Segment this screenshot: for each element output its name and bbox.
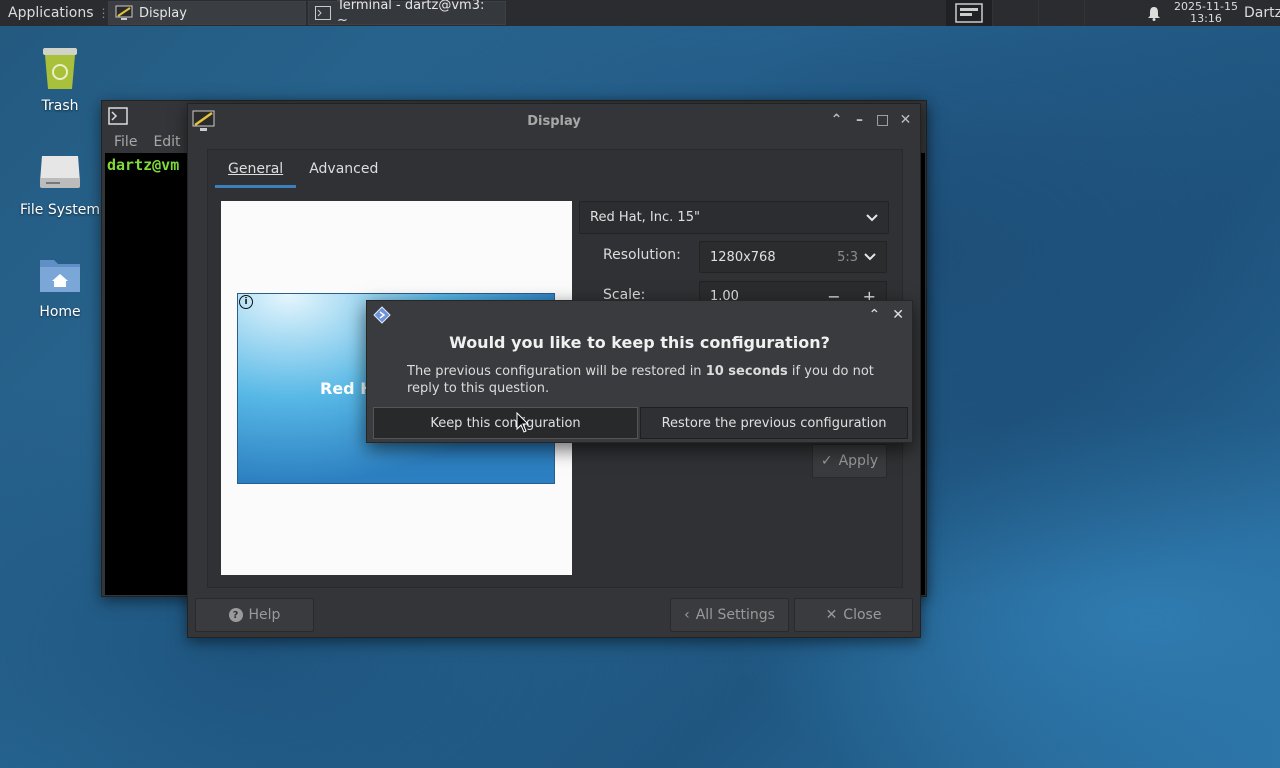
workspace-switcher[interactable] <box>946 0 1136 26</box>
chevron-down-icon <box>864 253 876 261</box>
top-panel: Applications ⋮ Display Terminal - dartz@… <box>0 0 1280 28</box>
resolution-select[interactable]: 1280x768 5:3 <box>699 241 887 273</box>
resolution-value: 1280x768 <box>710 249 776 265</box>
restore-configuration-button[interactable]: Restore the previous configuration <box>640 407 908 439</box>
dialog-message-start: The previous configuration will be resto… <box>407 364 706 379</box>
help-button[interactable]: ? Help <box>195 598 314 632</box>
desktop-icon-trash[interactable]: Trash <box>10 44 110 114</box>
aspect-ratio: 5:3 <box>837 249 858 265</box>
workspace-4[interactable] <box>1084 0 1130 26</box>
close-icon[interactable]: ✕ <box>899 112 912 128</box>
help-icon: ? <box>228 608 243 622</box>
tab-bar: General Advanced <box>208 150 902 188</box>
close-button[interactable]: ✕ Close <box>794 598 913 632</box>
terminal-prompt: dartz@vm <box>107 156 180 174</box>
menu-file[interactable]: File <box>114 134 137 150</box>
tab-label: Advanced <box>309 161 379 177</box>
monitor-select-value: Red Hat, Inc. 15" <box>590 210 700 225</box>
desktop-icon-label: File System <box>19 202 101 218</box>
dialog-app-icon <box>373 306 391 324</box>
applications-menu[interactable]: Applications ⋮ <box>0 0 110 26</box>
close-label: Close <box>843 607 882 623</box>
clock[interactable]: 2025-11-15 13:16 <box>1172 0 1240 26</box>
workspace-1[interactable] <box>946 0 992 26</box>
chevron-left-icon: ‹ <box>684 607 690 623</box>
info-icon[interactable]: i <box>239 295 253 309</box>
taskbar-item-label: Terminal - dartz@vm3: ~ <box>336 0 485 28</box>
terminal-icon <box>315 6 331 20</box>
check-icon: ✓ <box>820 453 833 469</box>
minimize-icon[interactable]: – <box>853 112 866 128</box>
desktop-icon-home[interactable]: Home <box>10 250 110 320</box>
home-folder-icon <box>36 250 84 298</box>
trash-icon <box>36 44 84 92</box>
dialog-heading: Would you like to keep this configuratio… <box>449 333 830 352</box>
dialog-controls: ⌃ ✕ <box>869 307 904 323</box>
desktop-icon-label: Trash <box>41 98 79 114</box>
menu-edit[interactable]: Edit <box>153 134 180 150</box>
maximize-icon[interactable]: □ <box>876 112 889 128</box>
shade-icon[interactable]: ⌃ <box>830 112 843 128</box>
bell-icon <box>1148 6 1160 21</box>
taskbar-item-label: Display <box>139 5 187 21</box>
desktop-icon-label: Home <box>39 304 81 320</box>
mouse-cursor-icon <box>516 412 530 433</box>
taskbar-item-display[interactable]: Display <box>108 1 306 25</box>
notifications-button[interactable] <box>1136 0 1172 26</box>
chevron-down-icon <box>866 213 878 221</box>
user-menu[interactable]: Dartz <box>1240 0 1280 26</box>
window-title: Display <box>527 113 581 129</box>
dialog-countdown: 10 seconds <box>705 364 788 379</box>
monitor-select[interactable]: Red Hat, Inc. 15" <box>579 201 889 234</box>
clock-time: 13:16 <box>1190 12 1222 25</box>
tab-advanced[interactable]: Advanced <box>296 150 391 188</box>
display-settings-icon <box>192 110 215 131</box>
tab-general[interactable]: General <box>215 150 297 188</box>
workspace-preview-icon <box>955 3 983 23</box>
all-settings-button[interactable]: ‹ All Settings <box>670 598 789 632</box>
terminal-icon <box>108 107 128 125</box>
apply-button[interactable]: ✓ Apply <box>812 444 887 478</box>
drive-icon <box>36 148 84 196</box>
taskbar-item-terminal[interactable]: Terminal - dartz@vm3: ~ <box>308 0 506 28</box>
shade-icon[interactable]: ⌃ <box>869 307 881 323</box>
help-label: Help <box>248 607 281 623</box>
display-settings-icon <box>115 5 133 20</box>
apply-label: Apply <box>838 453 879 469</box>
all-settings-label: All Settings <box>695 607 775 623</box>
desktop-icon-file-system[interactable]: File System <box>10 148 110 218</box>
display-titlebar[interactable]: Display ⌃ – □ ✕ <box>188 104 920 138</box>
workspace-3[interactable] <box>1038 0 1084 26</box>
keep-configuration-button[interactable]: Keep this configuration <box>373 407 638 439</box>
close-x-icon: ✕ <box>825 607 838 623</box>
window-controls: ⌃ – □ ✕ <box>830 112 912 128</box>
keep-configuration-dialog[interactable]: ⌃ ✕ Would you like to keep this configur… <box>366 300 913 443</box>
tab-label: General <box>228 161 284 177</box>
workspace-2[interactable] <box>992 0 1038 26</box>
close-icon[interactable]: ✕ <box>892 307 904 323</box>
dialog-message: The previous configuration will be resto… <box>407 363 887 397</box>
resolution-label: Resolution: <box>603 247 681 263</box>
applications-label: Applications <box>8 5 94 21</box>
